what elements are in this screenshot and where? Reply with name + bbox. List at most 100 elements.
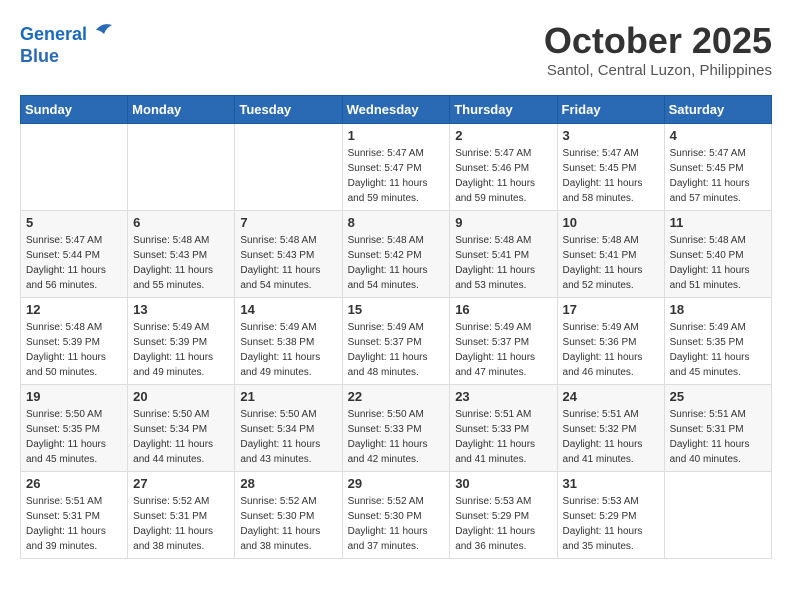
calendar-cell: 27Sunrise: 5:52 AMSunset: 5:31 PMDayligh… bbox=[128, 472, 235, 559]
day-info: Sunrise: 5:47 AMSunset: 5:47 PMDaylight:… bbox=[348, 146, 445, 206]
day-info: Sunrise: 5:49 AMSunset: 5:38 PMDaylight:… bbox=[240, 320, 336, 380]
location-subtitle: Santol, Central Luzon, Philippines bbox=[544, 62, 772, 79]
day-number: 7 bbox=[240, 215, 336, 230]
day-number: 26 bbox=[26, 476, 122, 491]
day-number: 27 bbox=[133, 476, 229, 491]
calendar-cell bbox=[21, 124, 128, 211]
calendar-cell: 1 Sunrise: 5:47 AMSunset: 5:47 PMDaylight… bbox=[342, 124, 450, 211]
logo-blue: Blue bbox=[20, 46, 59, 66]
calendar-cell: 29 Sunrise: 5:52 AMSunset: 5:30 PMDayligh… bbox=[342, 472, 450, 559]
day-info: Sunrise: 5:50 AMSunset: 5:35 PMDaylight:… bbox=[26, 407, 122, 467]
calendar-cell bbox=[235, 124, 342, 211]
calendar-cell: 3 Sunrise: 5:47 AMSunset: 5:45 PMDaylight… bbox=[557, 124, 664, 211]
day-info: Sunrise: 5:52 AMSunset: 5:30 PMDaylight:… bbox=[348, 494, 445, 554]
day-number: 1 bbox=[348, 128, 445, 143]
day-info: Sunrise: 5:47 AMSunset: 5:45 PMDaylight:… bbox=[670, 146, 766, 206]
day-info: Sunrise: 5:49 AMSunset: 5:37 PMDaylight:… bbox=[455, 320, 551, 380]
calendar-cell: 2Sunrise: 5:47 AMSunset: 5:46 PMDaylight… bbox=[450, 124, 557, 211]
day-number: 18 bbox=[670, 302, 766, 317]
day-info: Sunrise: 5:47 AMSunset: 5:46 PMDaylight:… bbox=[455, 146, 551, 206]
day-info: Sunrise: 5:47 AMSunset: 5:45 PMDaylight:… bbox=[563, 146, 659, 206]
weekday-header-monday: Monday bbox=[128, 96, 235, 124]
calendar-cell: 9 Sunrise: 5:48 AMSunset: 5:41 PMDaylight… bbox=[450, 211, 557, 298]
calendar-cell: 12 Sunrise: 5:48 AMSunset: 5:39 PMDayligh… bbox=[21, 298, 128, 385]
day-info: Sunrise: 5:51 AMSunset: 5:32 PMDaylight:… bbox=[563, 407, 659, 467]
day-number: 8 bbox=[348, 215, 445, 230]
day-number: 6 bbox=[133, 215, 229, 230]
day-info: Sunrise: 5:51 AMSunset: 5:31 PMDaylight:… bbox=[670, 407, 766, 467]
logo-general: General bbox=[20, 24, 87, 44]
day-info: Sunrise: 5:49 AMSunset: 5:39 PMDaylight:… bbox=[133, 320, 229, 380]
calendar-cell: 21 Sunrise: 5:50 AMSunset: 5:34 PMDayligh… bbox=[235, 385, 342, 472]
day-number: 11 bbox=[670, 215, 766, 230]
weekday-header-row: SundayMondayTuesdayWednesdayThursdayFrid… bbox=[21, 96, 772, 124]
calendar-cell: 7 Sunrise: 5:48 AMSunset: 5:43 PMDaylight… bbox=[235, 211, 342, 298]
calendar-cell: 13 Sunrise: 5:49 AMSunset: 5:39 PMDayligh… bbox=[128, 298, 235, 385]
weekday-header-tuesday: Tuesday bbox=[235, 96, 342, 124]
calendar-week-row: 5Sunrise: 5:47 AMSunset: 5:44 PMDaylight… bbox=[21, 211, 772, 298]
calendar-cell bbox=[128, 124, 235, 211]
day-info: Sunrise: 5:52 AMSunset: 5:30 PMDaylight:… bbox=[240, 494, 336, 554]
weekday-header-friday: Friday bbox=[557, 96, 664, 124]
day-info: Sunrise: 5:48 AMSunset: 5:43 PMDaylight:… bbox=[240, 233, 336, 293]
logo-bird-icon bbox=[94, 20, 114, 40]
calendar-cell: 17Sunrise: 5:49 AMSunset: 5:36 PMDayligh… bbox=[557, 298, 664, 385]
calendar-cell: 19 Sunrise: 5:50 AMSunset: 5:35 PMDayligh… bbox=[21, 385, 128, 472]
day-number: 25 bbox=[670, 389, 766, 404]
calendar-cell: 20 Sunrise: 5:50 AMSunset: 5:34 PMDayligh… bbox=[128, 385, 235, 472]
calendar-cell: 14 Sunrise: 5:49 AMSunset: 5:38 PMDayligh… bbox=[235, 298, 342, 385]
day-number: 24 bbox=[563, 389, 659, 404]
day-number: 14 bbox=[240, 302, 336, 317]
day-number: 10 bbox=[563, 215, 659, 230]
day-number: 16 bbox=[455, 302, 551, 317]
day-info: Sunrise: 5:48 AMSunset: 5:42 PMDaylight:… bbox=[348, 233, 445, 293]
calendar-week-row: 1 Sunrise: 5:47 AMSunset: 5:47 PMDaylight… bbox=[21, 124, 772, 211]
day-info: Sunrise: 5:50 AMSunset: 5:34 PMDaylight:… bbox=[133, 407, 229, 467]
calendar-cell: 31 Sunrise: 5:53 AMSunset: 5:29 PMDayligh… bbox=[557, 472, 664, 559]
day-number: 17 bbox=[563, 302, 659, 317]
day-info: Sunrise: 5:48 AMSunset: 5:41 PMDaylight:… bbox=[455, 233, 551, 293]
day-info: Sunrise: 5:51 AMSunset: 5:31 PMDaylight:… bbox=[26, 494, 122, 554]
calendar-body: 1 Sunrise: 5:47 AMSunset: 5:47 PMDaylight… bbox=[21, 124, 772, 559]
month-title: October 2025 bbox=[544, 20, 772, 62]
calendar-cell: 28Sunrise: 5:52 AMSunset: 5:30 PMDayligh… bbox=[235, 472, 342, 559]
calendar-week-row: 26 Sunrise: 5:51 AMSunset: 5:31 PMDayligh… bbox=[21, 472, 772, 559]
day-number: 3 bbox=[563, 128, 659, 143]
day-number: 31 bbox=[563, 476, 659, 491]
day-info: Sunrise: 5:48 AMSunset: 5:39 PMDaylight:… bbox=[26, 320, 122, 380]
weekday-header-saturday: Saturday bbox=[664, 96, 771, 124]
calendar-cell: 30Sunrise: 5:53 AMSunset: 5:29 PMDayligh… bbox=[450, 472, 557, 559]
day-info: Sunrise: 5:48 AMSunset: 5:43 PMDaylight:… bbox=[133, 233, 229, 293]
calendar-cell: 4 Sunrise: 5:47 AMSunset: 5:45 PMDaylight… bbox=[664, 124, 771, 211]
calendar-cell bbox=[664, 472, 771, 559]
page-header: General Blue October 2025 Santol, Centra… bbox=[20, 20, 772, 79]
day-number: 19 bbox=[26, 389, 122, 404]
calendar-cell: 6 Sunrise: 5:48 AMSunset: 5:43 PMDaylight… bbox=[128, 211, 235, 298]
weekday-header-wednesday: Wednesday bbox=[342, 96, 450, 124]
day-info: Sunrise: 5:53 AMSunset: 5:29 PMDaylight:… bbox=[563, 494, 659, 554]
calendar-cell: 5Sunrise: 5:47 AMSunset: 5:44 PMDaylight… bbox=[21, 211, 128, 298]
calendar-cell: 18 Sunrise: 5:49 AMSunset: 5:35 PMDayligh… bbox=[664, 298, 771, 385]
calendar-cell: 24 Sunrise: 5:51 AMSunset: 5:32 PMDayligh… bbox=[557, 385, 664, 472]
day-info: Sunrise: 5:50 AMSunset: 5:33 PMDaylight:… bbox=[348, 407, 445, 467]
calendar-cell: 11Sunrise: 5:48 AMSunset: 5:40 PMDayligh… bbox=[664, 211, 771, 298]
day-info: Sunrise: 5:49 AMSunset: 5:37 PMDaylight:… bbox=[348, 320, 445, 380]
logo: General Blue bbox=[20, 20, 114, 67]
day-info: Sunrise: 5:49 AMSunset: 5:35 PMDaylight:… bbox=[670, 320, 766, 380]
calendar-cell: 22Sunrise: 5:50 AMSunset: 5:33 PMDayligh… bbox=[342, 385, 450, 472]
day-number: 20 bbox=[133, 389, 229, 404]
calendar-week-row: 12 Sunrise: 5:48 AMSunset: 5:39 PMDayligh… bbox=[21, 298, 772, 385]
weekday-header-thursday: Thursday bbox=[450, 96, 557, 124]
day-number: 12 bbox=[26, 302, 122, 317]
title-block: October 2025 Santol, Central Luzon, Phil… bbox=[544, 20, 772, 79]
day-info: Sunrise: 5:48 AMSunset: 5:41 PMDaylight:… bbox=[563, 233, 659, 293]
weekday-header-sunday: Sunday bbox=[21, 96, 128, 124]
day-number: 15 bbox=[348, 302, 445, 317]
day-number: 13 bbox=[133, 302, 229, 317]
day-number: 9 bbox=[455, 215, 551, 230]
day-info: Sunrise: 5:50 AMSunset: 5:34 PMDaylight:… bbox=[240, 407, 336, 467]
day-number: 21 bbox=[240, 389, 336, 404]
day-number: 4 bbox=[670, 128, 766, 143]
calendar-table: SundayMondayTuesdayWednesdayThursdayFrid… bbox=[20, 95, 772, 559]
day-number: 29 bbox=[348, 476, 445, 491]
